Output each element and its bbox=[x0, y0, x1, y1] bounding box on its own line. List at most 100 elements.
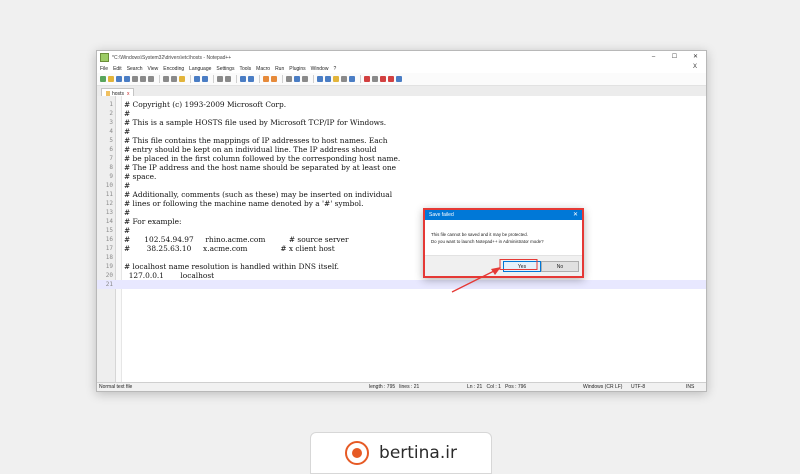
save-all-icon[interactable] bbox=[124, 76, 130, 82]
editor-line[interactable]: 11 # Additionally, comments (such as thes… bbox=[97, 190, 706, 199]
editor[interactable]: 1 # Copyright (c) 1993-2009 Microsoft Cor… bbox=[97, 96, 706, 383]
menu-window[interactable]: Window bbox=[311, 66, 329, 72]
menu-settings[interactable]: Settings bbox=[216, 66, 234, 72]
menu-help[interactable]: ? bbox=[333, 66, 336, 72]
close-document-icon[interactable]: X bbox=[693, 64, 697, 70]
line-text: # bbox=[124, 208, 131, 217]
editor-line[interactable]: 14 # For example: bbox=[97, 217, 706, 226]
dialog-title-bar[interactable]: Save failed ✕ bbox=[425, 210, 582, 220]
toolbar-separator bbox=[236, 75, 237, 83]
editor-line[interactable]: 8 # The IP address and the host name shou… bbox=[97, 163, 706, 172]
line-number: 14 bbox=[105, 218, 113, 225]
undo-icon[interactable] bbox=[194, 76, 200, 82]
line-text: # Copyright (c) 1993-2009 Microsoft Corp… bbox=[124, 100, 287, 109]
redo-icon[interactable] bbox=[202, 76, 208, 82]
folder-workspace-icon[interactable] bbox=[341, 76, 347, 82]
editor-line[interactable]: 17 # 38.25.63.10 x.acme.com # x client ho… bbox=[97, 244, 706, 253]
sync-h-icon[interactable] bbox=[271, 76, 277, 82]
close-all-icon[interactable] bbox=[140, 76, 146, 82]
close-icon[interactable] bbox=[132, 76, 138, 82]
editor-line[interactable]: 18 bbox=[97, 253, 706, 262]
zoom-out-icon[interactable] bbox=[248, 76, 254, 82]
new-file-icon[interactable] bbox=[100, 76, 106, 82]
toolbar-separator bbox=[360, 75, 361, 83]
notepadpp-app-icon bbox=[100, 53, 109, 62]
menu-view[interactable]: View bbox=[148, 66, 159, 72]
function-list-icon[interactable] bbox=[333, 76, 339, 82]
editor-line[interactable]: 15 # bbox=[97, 226, 706, 235]
sync-v-icon[interactable] bbox=[263, 76, 269, 82]
dialog-footer: Yes No bbox=[425, 255, 582, 276]
editor-line[interactable]: 5 # This file contains the mappings of IP… bbox=[97, 136, 706, 145]
menu-bar: File Edit Search View Encoding Language … bbox=[97, 64, 706, 73]
menu-language[interactable]: Language bbox=[189, 66, 211, 72]
udl-icon[interactable] bbox=[317, 76, 323, 82]
run-macro-icon[interactable] bbox=[388, 76, 394, 82]
editor-line[interactable]: 12 # lines or following the machine name … bbox=[97, 199, 706, 208]
record-macro-icon[interactable] bbox=[364, 76, 370, 82]
menu-tools[interactable]: Tools bbox=[239, 66, 251, 72]
editor-line[interactable]: 21 bbox=[97, 280, 706, 289]
playback-icon[interactable] bbox=[380, 76, 386, 82]
maximize-icon[interactable]: ☐ bbox=[664, 51, 685, 64]
close-window-icon[interactable]: ✕ bbox=[685, 51, 706, 64]
title-bar[interactable]: *C:\Windows\System32\drivers\etc\hosts -… bbox=[97, 51, 706, 64]
menu-macro[interactable]: Macro bbox=[256, 66, 270, 72]
status-eol: Windows (CR LF) bbox=[583, 384, 623, 390]
save-macro-icon[interactable] bbox=[396, 76, 402, 82]
line-number: 4 bbox=[109, 128, 113, 135]
bertina-logo-icon bbox=[345, 441, 370, 465]
find-icon[interactable] bbox=[217, 76, 223, 82]
line-text: # bbox=[124, 109, 131, 118]
yes-button[interactable]: Yes bbox=[503, 261, 541, 272]
editor-line[interactable]: 10 # bbox=[97, 181, 706, 190]
editor-line[interactable]: 3 # This is a sample HOSTS file used by M… bbox=[97, 118, 706, 127]
open-file-icon[interactable] bbox=[108, 76, 114, 82]
line-number: 18 bbox=[105, 254, 113, 261]
monitoring-icon[interactable] bbox=[349, 76, 355, 82]
cut-icon[interactable] bbox=[163, 76, 169, 82]
window-controls: – ☐ ✕ bbox=[643, 51, 706, 64]
menu-plugins[interactable]: Plugins bbox=[289, 66, 305, 72]
editor-line[interactable]: 4 # bbox=[97, 127, 706, 136]
minimize-icon[interactable]: – bbox=[643, 51, 664, 64]
editor-line[interactable]: 19 # localhost name resolution is handled… bbox=[97, 262, 706, 271]
dialog-close-icon[interactable]: ✕ bbox=[573, 211, 578, 218]
editor-line[interactable]: 6 # entry should be kept on an individual… bbox=[97, 145, 706, 154]
editor-line[interactable]: 2 # bbox=[97, 109, 706, 118]
all-chars-icon[interactable] bbox=[294, 76, 300, 82]
zoom-in-icon[interactable] bbox=[240, 76, 246, 82]
copy-icon[interactable] bbox=[171, 76, 177, 82]
editor-line[interactable]: 20 127.0.0.1 localhost bbox=[97, 271, 706, 280]
dialog-message-line-1: This file cannot be saved and it may be … bbox=[431, 232, 528, 237]
brand-text: bertina.ir bbox=[379, 443, 457, 463]
line-number: 17 bbox=[105, 245, 113, 252]
editor-line[interactable]: 1 # Copyright (c) 1993-2009 Microsoft Cor… bbox=[97, 100, 706, 109]
window-title: *C:\Windows\System32\drivers\etc\hosts -… bbox=[112, 54, 232, 61]
menu-encoding[interactable]: Encoding bbox=[163, 66, 184, 72]
stop-record-icon[interactable] bbox=[372, 76, 378, 82]
editor-line[interactable]: 13 # bbox=[97, 208, 706, 217]
menu-run[interactable]: Run bbox=[275, 66, 284, 72]
replace-icon[interactable] bbox=[225, 76, 231, 82]
line-text: # 38.25.63.10 x.acme.com # x client host bbox=[124, 244, 335, 253]
save-icon[interactable] bbox=[116, 76, 122, 82]
doc-map-icon[interactable] bbox=[325, 76, 331, 82]
line-number: 16 bbox=[105, 236, 113, 243]
menu-file[interactable]: File bbox=[100, 66, 108, 72]
line-number: 8 bbox=[109, 164, 113, 171]
no-button[interactable]: No bbox=[541, 261, 579, 272]
menu-search[interactable]: Search bbox=[127, 66, 143, 72]
editor-line[interactable]: 9 # space. bbox=[97, 172, 706, 181]
editor-line[interactable]: 7 # be placed in the first column followe… bbox=[97, 154, 706, 163]
line-number: 10 bbox=[105, 182, 113, 189]
line-text: # 102.54.94.97 rhino.acme.com # source s… bbox=[124, 235, 349, 244]
menu-edit[interactable]: Edit bbox=[113, 66, 122, 72]
line-text: 127.0.0.1 localhost bbox=[124, 271, 215, 280]
wrap-icon[interactable] bbox=[286, 76, 292, 82]
indent-guide-icon[interactable] bbox=[302, 76, 308, 82]
print-icon[interactable] bbox=[148, 76, 154, 82]
paste-icon[interactable] bbox=[179, 76, 185, 82]
editor-line[interactable]: 16 # 102.54.94.97 rhino.acme.com # source… bbox=[97, 235, 706, 244]
line-text: # entry should be kept on an individual … bbox=[124, 145, 377, 154]
